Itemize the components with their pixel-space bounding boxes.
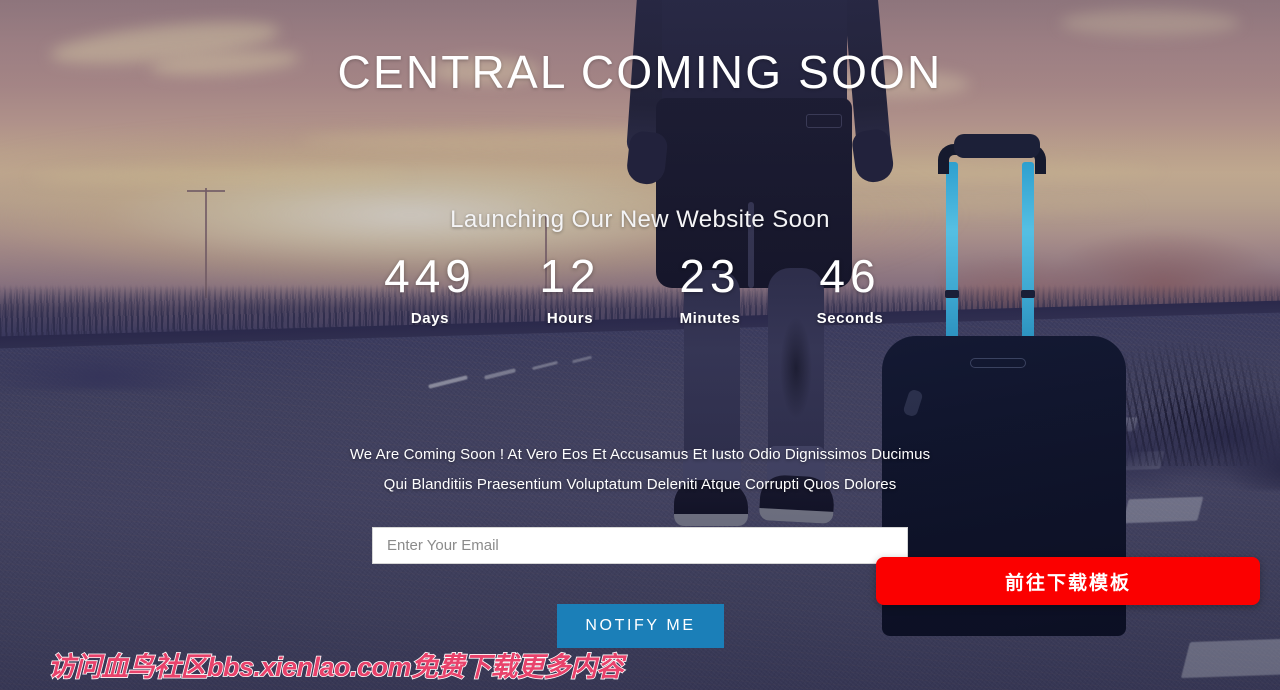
email-input[interactable] — [372, 527, 908, 564]
countdown-unit-days: 449 Days — [360, 250, 500, 328]
subscribe-form — [372, 527, 908, 564]
countdown-value-seconds: 46 — [819, 250, 881, 302]
countdown-value-days: 449 — [384, 250, 476, 302]
page-content: CENTRAL COMING SOON Launching Our New We… — [0, 0, 1280, 690]
countdown-timer: 449 Days 12 Hours 23 Minutes 46 Seconds — [0, 250, 1280, 328]
countdown-label-hours: Hours — [546, 310, 594, 328]
site-watermark: 访问血鸟社区bbs.xienlao.com免费下载更多内容 — [47, 651, 624, 683]
download-template-button[interactable]: 前往下载模板 — [876, 557, 1260, 605]
intro-paragraph: We Are Coming Soon ! At Vero Eos Et Accu… — [349, 446, 931, 493]
countdown-label-days: Days — [410, 310, 450, 328]
countdown-unit-minutes: 23 Minutes — [640, 250, 780, 328]
countdown-label-minutes: Minutes — [679, 310, 741, 328]
page-subtitle: Launching Our New Website Soon — [450, 206, 830, 233]
countdown-value-hours: 12 — [539, 250, 601, 302]
coming-soon-page: CENTRAL COMING SOON Launching Our New We… — [0, 0, 1280, 690]
page-title: CENTRAL COMING SOON — [337, 46, 943, 98]
notify-me-button[interactable]: NOTIFY ME — [557, 604, 724, 648]
countdown-unit-seconds: 46 Seconds — [780, 250, 920, 328]
countdown-unit-hours: 12 Hours — [500, 250, 640, 328]
countdown-value-minutes: 23 — [679, 250, 741, 302]
countdown-label-seconds: Seconds — [816, 310, 884, 328]
